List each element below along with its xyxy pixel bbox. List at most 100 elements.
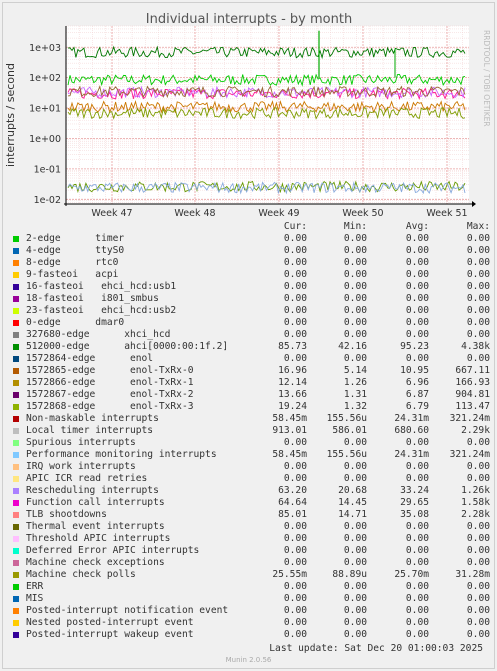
- legend-avg-value: 24.31m: [394, 449, 429, 460]
- last-update: Last update: Sat Dec 20 01:00:03 2025: [269, 643, 483, 654]
- legend-max-value: 0.00: [466, 353, 490, 364]
- legend-max-value: 0.00: [466, 461, 490, 472]
- legend-swatch: [13, 308, 19, 314]
- legend-max-value: 0.00: [466, 257, 490, 268]
- legend-label: 1572865-edge enol-TxRx-0: [26, 365, 194, 376]
- legend-min-value: 0.00: [343, 581, 367, 592]
- legend-swatch: [13, 344, 19, 350]
- legend-item: Posted-interrupt notification event 0.00 0…: [12, 605, 490, 617]
- legend-label: 1572864-edge enol: [26, 353, 154, 364]
- legend-min-value: 0.00: [343, 617, 367, 628]
- legend-max-value: 0.00: [466, 545, 490, 556]
- legend-label: Spurious interrupts: [26, 437, 136, 448]
- legend-avg-value: 0.00: [405, 473, 429, 484]
- legend-label: Thermal event interrupts: [26, 521, 165, 532]
- legend-item: 9-fasteoi acpi 0.00 0.00 0.00 0.00: [12, 269, 490, 281]
- legend-item: Local timer interrupts 913.01 586.01 680.60…: [12, 425, 490, 437]
- legend-avg-value: 0.00: [405, 281, 429, 292]
- legend-label: 327680-edge xhci_hcd: [26, 329, 171, 340]
- legend-avg-value: 0.00: [405, 629, 429, 640]
- legend-max-value: 1.58k: [461, 497, 490, 508]
- legend-max-value: 31.28m: [455, 569, 490, 580]
- legend-avg-value: 6.96: [405, 377, 429, 388]
- legend-label: ERR: [26, 581, 44, 592]
- legend-min-value: 0.00: [343, 269, 367, 280]
- legend-min-value: 0.00: [343, 437, 367, 448]
- legend-label: 18-fasteoi i801_smbus: [26, 293, 159, 304]
- y-tick-label: 1e+03: [29, 43, 61, 54]
- legend-item: Nested posted-interrupt event 0.00 0.00 0.0…: [12, 617, 490, 629]
- legend-swatch: [13, 332, 19, 338]
- legend-min-value: 0.00: [343, 245, 367, 256]
- legend-label: 4-edge ttyS0: [26, 245, 125, 256]
- legend-item: ERR 0.00 0.00 0.00 0.00: [12, 581, 490, 593]
- legend-avg-value: 0.00: [405, 257, 429, 268]
- legend-label: Machine check polls: [26, 569, 136, 580]
- legend-min-value: 14.45: [338, 497, 367, 508]
- legend-label: Rescheduling interrupts: [26, 485, 159, 496]
- legend-avg-value: 0.00: [405, 269, 429, 280]
- legend-item: IRQ work interrupts 0.00 0.00 0.00 0.00: [12, 461, 490, 473]
- legend-min-value: 1.32: [343, 401, 367, 412]
- legend-swatch: [13, 548, 19, 554]
- legend-item: Thermal event interrupts 0.00 0.00 0.00 0.00: [12, 521, 490, 533]
- legend-swatch: [13, 416, 19, 422]
- legend-max-value: 0.00: [466, 329, 490, 340]
- y-tick-label: 1e+01: [29, 104, 61, 115]
- y-tick-label: 1e+02: [29, 73, 61, 84]
- legend-max-value: 0.00: [466, 293, 490, 304]
- legend-max-value: 166.93: [455, 377, 490, 388]
- legend-item: 1572865-edge enol-TxRx-0 16.96 5.14 10.95 66…: [12, 365, 490, 377]
- legend-min-value: 0.00: [343, 257, 367, 268]
- x-tick-label: Week 50: [342, 208, 383, 219]
- legend-max-value: 667.11: [455, 365, 490, 376]
- legend-label: Threshold APIC interrupts: [26, 533, 171, 544]
- legend-label: Nested posted-interrupt event: [26, 617, 194, 628]
- legend-min-value: 0.00: [343, 353, 367, 364]
- legend-swatch: [13, 620, 19, 626]
- legend-avg-value: 0.00: [405, 593, 429, 604]
- legend: Cur: Min: Avg: Max: 2-edge timer 0.00 0.00…: [12, 221, 490, 641]
- legend-swatch: [13, 260, 19, 266]
- legend-label: 512000-edge ahci[0000:00:1f.2]: [26, 341, 229, 352]
- legend-max-value: 0.00: [466, 437, 490, 448]
- munin-footer: Munin 2.0.56: [225, 656, 272, 664]
- legend-item: 8-edge rtc0 0.00 0.00 0.00 0.00: [12, 257, 490, 269]
- legend-label: MIS: [26, 593, 44, 604]
- legend-avg-value: 0.00: [405, 245, 429, 256]
- legend-min-value: 5.14: [343, 365, 367, 376]
- legend-avg-value: 0.00: [405, 581, 429, 592]
- legend-min-value: 586.01: [332, 425, 367, 436]
- legend-swatch: [13, 404, 19, 410]
- legend-swatch: [13, 320, 19, 326]
- legend-swatch: [13, 464, 19, 470]
- legend-swatch: [13, 380, 19, 386]
- legend-min-value: 0.00: [343, 233, 367, 244]
- legend-avg-value: 0.00: [405, 353, 429, 364]
- y-tick-label: 1e-02: [34, 195, 61, 206]
- legend-item: Rescheduling interrupts 63.20 20.68 33.24 1.…: [12, 485, 490, 497]
- legend-max-value: 0.00: [466, 281, 490, 292]
- legend-avg-value: 0.00: [405, 329, 429, 340]
- legend-item: 1572866-edge enol-TxRx-1 12.14 1.26 6.96 166…: [12, 377, 490, 389]
- legend-max-value: 1.26k: [461, 485, 490, 496]
- legend-swatch: [13, 584, 19, 590]
- legend-item: APIC ICR read retries 0.00 0.00 0.00 0.00: [12, 473, 490, 485]
- legend-max-value: 0.00: [466, 593, 490, 604]
- legend-swatch: [13, 560, 19, 566]
- legend-avg-value: 0.00: [405, 617, 429, 628]
- header-max: Max:: [466, 221, 490, 232]
- header-min: Min:: [343, 221, 367, 232]
- legend-item: Machine check exceptions 0.00 0.00 0.00 0.00: [12, 557, 490, 569]
- legend-min-value: 0.00: [343, 461, 367, 472]
- legend-header: Cur: Min: Avg: Max:: [12, 221, 490, 233]
- x-tick-labels: Week 47 Week 48 Week 49 Week 50 Week 51: [91, 208, 467, 219]
- legend-min-value: 0.00: [343, 533, 367, 544]
- legend-avg-value: 35.08: [400, 509, 429, 520]
- x-axis-arrow: [472, 201, 476, 207]
- legend-item: Posted-interrupt wakeup event 0.00 0.00 0.0…: [12, 629, 490, 641]
- legend-avg-value: 0.00: [405, 557, 429, 568]
- legend-avg-value: 0.00: [405, 305, 429, 316]
- legend-swatch: [13, 452, 19, 458]
- legend-label: TLB shootdowns: [26, 509, 107, 520]
